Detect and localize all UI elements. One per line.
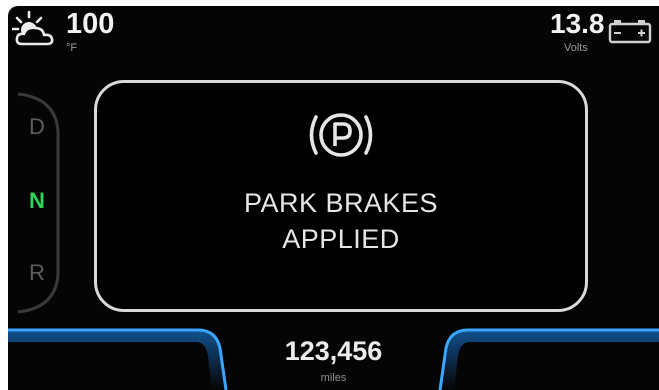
sun-cloud-icon [12, 10, 54, 46]
odometer-unit-label: miles [320, 372, 347, 384]
warning-message-line-1: PARK BRAKES [243, 188, 439, 218]
gear-selector: D N R [10, 92, 62, 314]
gear-reverse: R [29, 260, 45, 285]
gear-drive: D [29, 114, 45, 139]
battery-icon [608, 20, 652, 44]
temperature-unit-label: °F [66, 42, 78, 54]
odometer-value: 123,456 [284, 336, 383, 366]
battery-voltage-value: 13.8 [550, 8, 605, 39]
warning-message-line-2: APPLIED [282, 224, 400, 254]
parking-brake-icon [309, 113, 373, 157]
voltage-unit-label: Volts [564, 42, 588, 54]
warning-message-panel: PARK BRAKES APPLIED [94, 80, 588, 312]
gear-neutral: N [29, 188, 45, 213]
instrument-cluster-screen: 100 °F 13.8 Volts D N R PARK BRAKES APPL… [8, 6, 659, 390]
outside-temperature-value: 100 [66, 8, 115, 40]
